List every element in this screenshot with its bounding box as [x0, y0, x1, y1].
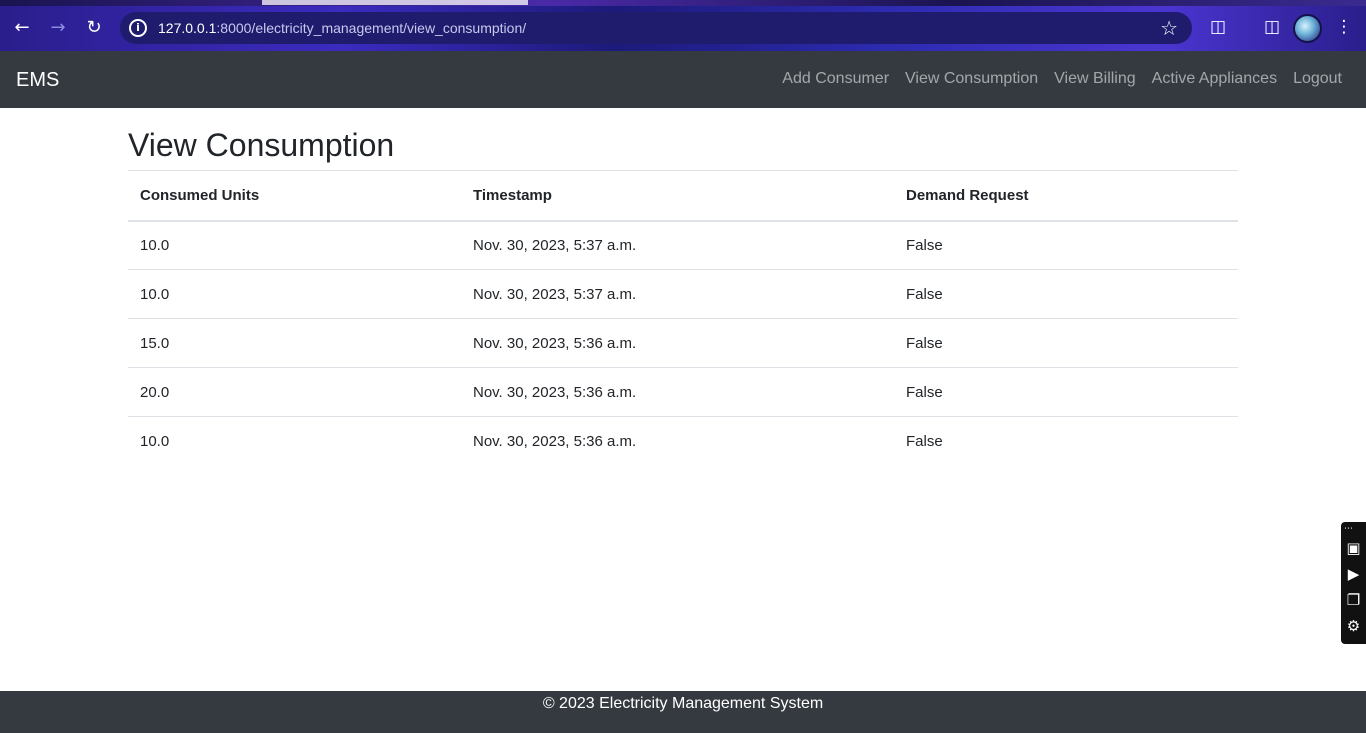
cell-consumed-units: 20.0	[140, 383, 170, 401]
capture-widget: ⋯ ▣ ▶ ❐ ⚙	[1341, 522, 1366, 644]
tab-strip	[0, 0, 1366, 6]
url-path: :8000/electricity_management/view_consum…	[216, 20, 527, 36]
consumption-table: Consumed Units Timestamp Demand Request …	[128, 170, 1238, 466]
page-title: View Consumption	[128, 127, 395, 163]
star-icon[interactable]: ☆	[1160, 16, 1178, 40]
video-icon[interactable]: ▶	[1343, 564, 1364, 584]
cell-timestamp: Nov. 30, 2023, 5:37 a.m.	[473, 236, 637, 254]
table-header-row: Consumed Units Timestamp Demand Request	[128, 170, 1238, 221]
puzzle-icon[interactable]: ◫	[1207, 16, 1229, 38]
info-icon[interactable]: i	[129, 19, 147, 37]
browser-toolbar: ← → ↻ i 127.0.0.1:8000/electricity_manag…	[0, 0, 1366, 51]
nav-add-consumer[interactable]: Add Consumer	[782, 70, 889, 88]
reload-icon[interactable]: ↻	[80, 14, 108, 42]
cell-consumed-units: 10.0	[140, 432, 170, 450]
footer-text: © 2023 Electricity Management System	[542, 695, 824, 712]
table-row: 10.0 Nov. 30, 2023, 5:36 a.m. False	[128, 417, 1238, 466]
nav-view-billing[interactable]: View Billing	[1054, 70, 1136, 88]
table-row: 10.0 Nov. 30, 2023, 5:37 a.m. False	[128, 221, 1238, 270]
side-panel-icon[interactable]: ◫	[1261, 16, 1283, 38]
table-row: 15.0 Nov. 30, 2023, 5:36 a.m. False	[128, 319, 1238, 368]
nav-active-appliances[interactable]: Active Appliances	[1152, 70, 1277, 88]
cell-timestamp: Nov. 30, 2023, 5:36 a.m.	[473, 432, 637, 450]
cell-demand-request: False	[906, 285, 943, 303]
gear-icon[interactable]: ⚙	[1343, 616, 1364, 636]
forward-arrow-icon[interactable]: →	[44, 14, 72, 42]
more-dots-icon[interactable]: ⋯	[1344, 524, 1353, 534]
window-capture-icon[interactable]: ❐	[1343, 590, 1364, 610]
column-header-timestamp: Timestamp	[473, 186, 552, 204]
cell-timestamp: Nov. 30, 2023, 5:36 a.m.	[473, 383, 637, 401]
cell-consumed-units: 10.0	[140, 236, 170, 254]
cell-consumed-units: 15.0	[140, 334, 170, 352]
app-navbar: EMS Add Consumer View Consumption View B…	[0, 51, 1366, 108]
nav-view-consumption[interactable]: View Consumption	[905, 70, 1038, 88]
column-header-demand-request: Demand Request	[906, 186, 1029, 204]
active-tab-indicator[interactable]	[262, 0, 528, 5]
cell-timestamp: Nov. 30, 2023, 5:37 a.m.	[473, 285, 637, 303]
cell-demand-request: False	[906, 432, 943, 450]
brand-logo[interactable]: EMS	[16, 69, 59, 92]
cell-timestamp: Nov. 30, 2023, 5:36 a.m.	[473, 334, 637, 352]
table-row: 20.0 Nov. 30, 2023, 5:36 a.m. False	[128, 368, 1238, 417]
address-bar[interactable]: i 127.0.0.1:8000/electricity_management/…	[120, 12, 1192, 44]
avatar[interactable]	[1293, 14, 1322, 43]
table-row: 10.0 Nov. 30, 2023, 5:37 a.m. False	[128, 270, 1238, 319]
footer: © 2023 Electricity Management System	[0, 691, 1366, 733]
kebab-menu-icon[interactable]: ⋮	[1333, 16, 1355, 38]
column-header-consumed-units: Consumed Units	[140, 186, 260, 204]
cell-demand-request: False	[906, 236, 943, 254]
camera-icon[interactable]: ▣	[1343, 538, 1364, 558]
url-host: 127.0.0.1	[158, 20, 217, 36]
back-arrow-icon[interactable]: ←	[8, 14, 36, 42]
cell-demand-request: False	[906, 334, 943, 352]
cell-consumed-units: 10.0	[140, 285, 170, 303]
url-text[interactable]: 127.0.0.1:8000/electricity_management/vi…	[158, 20, 526, 36]
nav-logout[interactable]: Logout	[1293, 70, 1342, 88]
nav-links: Add Consumer View Consumption View Billi…	[782, 70, 1342, 88]
main-content: View Consumption Consumed Units Timestam…	[128, 108, 1238, 466]
cell-demand-request: False	[906, 383, 943, 401]
